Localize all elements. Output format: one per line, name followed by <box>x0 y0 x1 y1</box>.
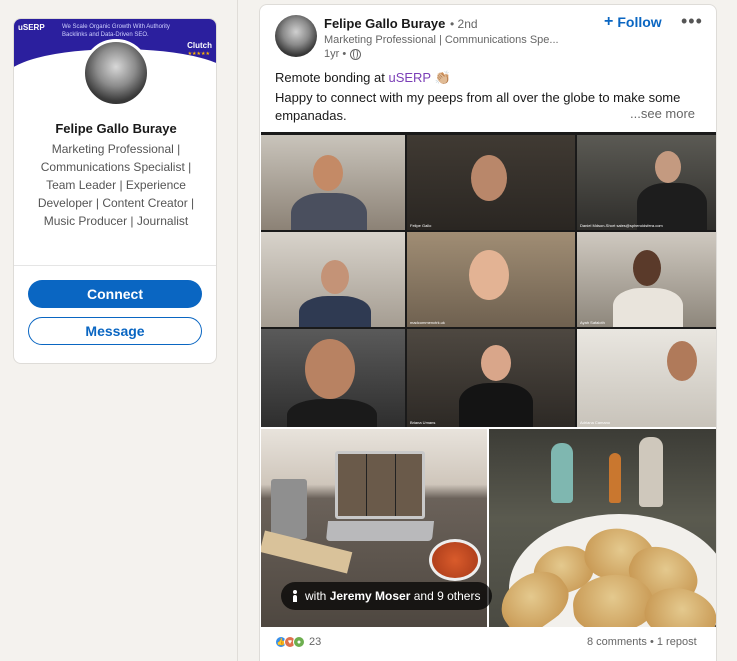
zoom-name-label: Felipe Gallo <box>410 223 432 228</box>
zoom-tile <box>261 135 405 230</box>
connect-button[interactable]: Connect <box>28 280 202 308</box>
profile-headline: Marketing Professional | Communications … <box>37 142 195 228</box>
zoom-tile: Adriana Camano <box>577 329 716 427</box>
comments-reposts-count[interactable]: 8 comments • 1 repost <box>587 636 697 648</box>
zoom-tile: Felipe Gallo <box>407 135 575 230</box>
post-text-line1: Remote bonding at uSERP 👏🏼 <box>275 70 451 86</box>
banner-brand: uSERP <box>18 23 45 32</box>
reaction-icons: 👍 ♥ ● <box>275 636 305 648</box>
person-icon <box>291 590 299 602</box>
clap-emoji-icon: 👏🏼 <box>434 70 451 85</box>
clutch-badge: Clutch <box>187 41 212 50</box>
author-subtitle: Marketing Professional | Communications … <box>324 34 559 46</box>
participant-body <box>613 288 683 327</box>
participant-body <box>459 383 533 427</box>
post-card: Felipe Gallo Buraye • 2nd Marketing Prof… <box>259 4 717 661</box>
card-divider <box>14 265 216 266</box>
banner-tagline: We Scale Organic Growth With Authority B… <box>62 24 170 38</box>
plus-icon: + <box>604 13 614 30</box>
zoom-name-label: Adriana Camano <box>580 420 611 425</box>
empanadas-photo[interactable] <box>489 429 716 627</box>
salt-shaker <box>551 443 573 503</box>
participant-face <box>305 339 355 399</box>
participant-face <box>655 151 681 183</box>
rating-stars-icon: ★★★★★ <box>187 51 210 57</box>
participant-body <box>287 399 377 427</box>
follow-label: Follow <box>617 14 662 30</box>
company-mention-link[interactable]: uSERP <box>388 70 430 85</box>
globe-icon <box>350 48 362 60</box>
profile-name[interactable]: Felipe Gallo Buraye <box>14 121 216 136</box>
participant-face <box>633 250 661 286</box>
tag-text: with Jeremy Moser and 9 others <box>305 589 480 603</box>
zoom-name-label: madcommenctrk.uk <box>410 320 445 325</box>
baking-tray <box>271 479 307 539</box>
zoom-name-label: Ayah Safaloth <box>580 320 605 325</box>
support-reaction-icon: ● <box>293 636 305 648</box>
laptop-screen <box>335 451 425 519</box>
tagged-people-pill[interactable]: with Jeremy Moser and 9 others <box>281 582 493 610</box>
hot-sauce-bottle <box>609 453 621 503</box>
connection-degree: • 2nd <box>450 17 478 31</box>
participant-body <box>299 296 371 327</box>
column-divider <box>237 0 238 661</box>
follow-button[interactable]: + Follow <box>604 13 662 31</box>
more-options-icon[interactable]: ••• <box>681 11 703 32</box>
tagged-person-name: Jeremy Moser <box>329 589 411 603</box>
author-name[interactable]: Felipe Gallo Buraye <box>324 16 445 31</box>
author-avatar[interactable] <box>275 15 317 57</box>
tag-prefix: with <box>305 589 330 603</box>
zoom-tile: Briana Umans <box>407 329 575 427</box>
participant-face <box>471 155 507 201</box>
pepper-shaker <box>639 437 663 507</box>
zoom-call-photo[interactable]: Felipe Gallo Daniel Mdson-Short sales@sp… <box>261 132 716 427</box>
post-text-prefix: Remote bonding at <box>275 70 389 85</box>
participant-face <box>667 341 697 381</box>
see-more-link[interactable]: ...see more <box>630 106 695 121</box>
bowl-of-beans <box>429 539 481 581</box>
zoom-tile: madcommenctrk.uk <box>407 232 575 327</box>
zoom-tile <box>261 232 405 327</box>
photo-collage[interactable]: Felipe Gallo Daniel Mdson-Short sales@sp… <box>261 132 716 627</box>
participant-face <box>469 250 509 300</box>
profile-card: uSERP We Scale Organic Growth With Autho… <box>13 18 217 364</box>
participant-body <box>291 193 367 230</box>
message-button[interactable]: Message <box>28 317 202 345</box>
post-timestamp: 1yr • <box>324 48 347 60</box>
reaction-count: 23 <box>309 636 322 648</box>
participant-face <box>313 155 343 191</box>
participant-face <box>321 260 349 294</box>
tag-suffix: and 9 others <box>410 589 481 603</box>
zoom-tile: Daniel Mdson-Short sales@spheroidsfera.c… <box>577 135 716 230</box>
zoom-name-label: Briana Umans <box>410 420 436 425</box>
reactions-summary[interactable]: 👍 ♥ ● 23 <box>275 636 321 648</box>
zoom-name-label: Daniel Mdson-Short sales@spheroidsfera.c… <box>580 223 663 228</box>
participant-face <box>481 345 511 381</box>
zoom-tile: Ayah Safaloth <box>577 232 716 327</box>
zoom-tile <box>261 329 405 427</box>
post-timestamp-row: 1yr • <box>324 48 362 60</box>
laptop-base <box>325 521 435 541</box>
profile-avatar[interactable] <box>82 39 150 107</box>
